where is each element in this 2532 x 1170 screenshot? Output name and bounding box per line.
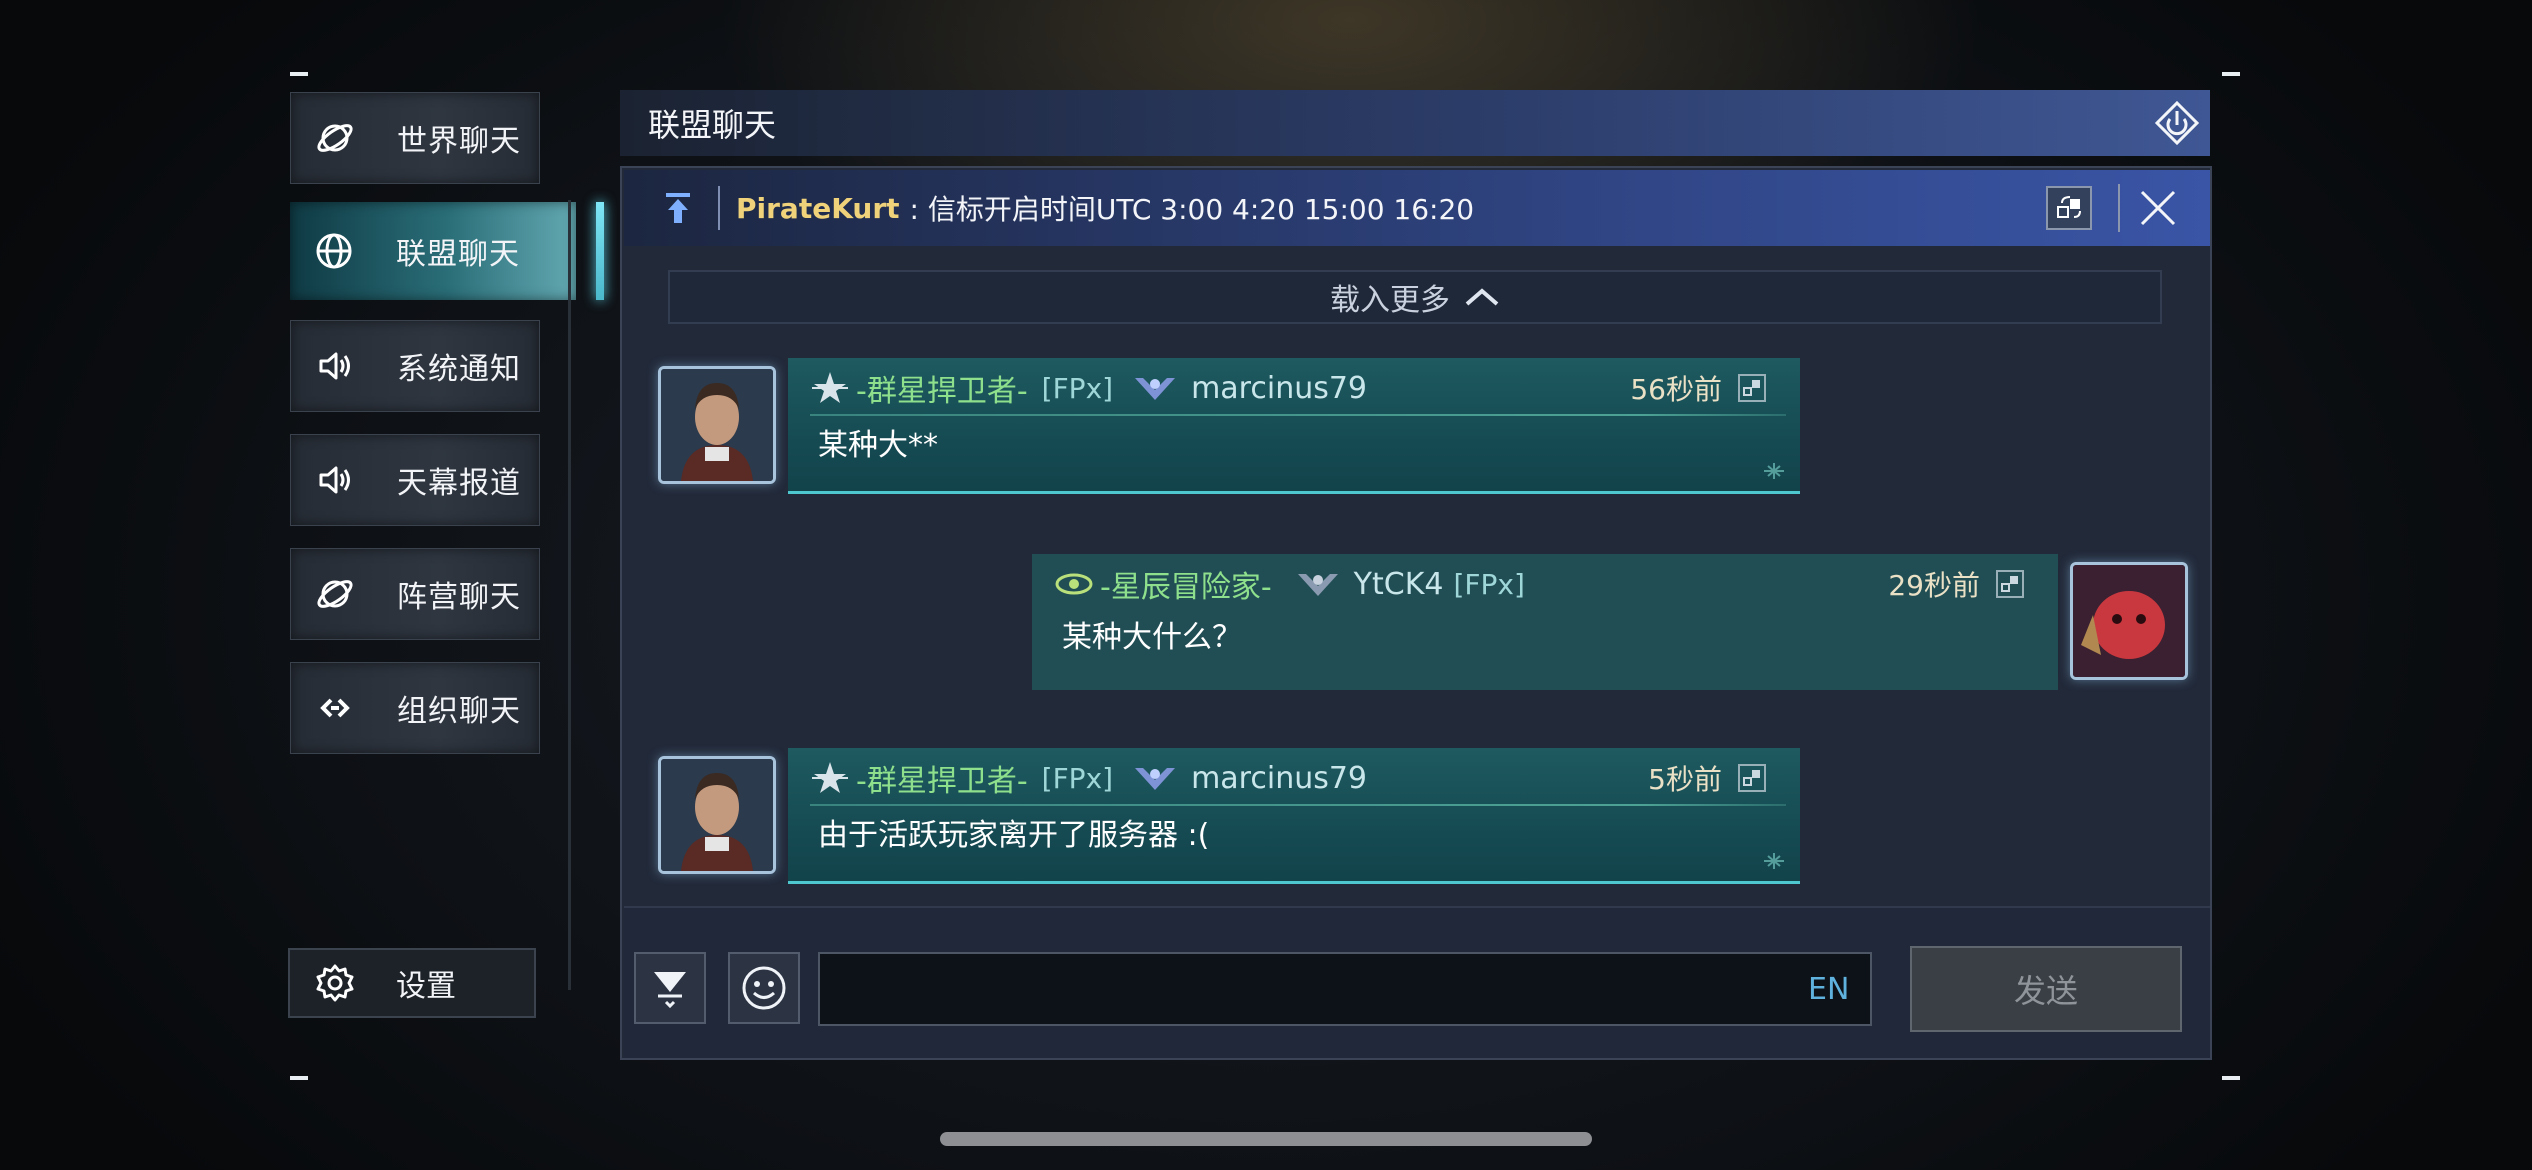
sidebar-item-alliance-chat[interactable]: 联盟聊天 (290, 202, 604, 300)
pinned-text: : 信标开启时间UTC 3:00 4:20 15:00 16:20 (909, 193, 1475, 226)
gear-icon (314, 962, 356, 1004)
rank-insignia-icon (812, 762, 848, 793)
collapse-button[interactable] (634, 952, 706, 1024)
alliance-tag: [FPx] (1041, 761, 1114, 795)
hud-corner-top-right (2222, 72, 2240, 76)
sender-name[interactable]: marcinus79 (1191, 371, 1367, 406)
rank-insignia-icon (1055, 573, 1093, 595)
hud-corner-bottom-right (2222, 1076, 2240, 1080)
sidebar-item-system-notice[interactable]: 系统通知 (290, 320, 540, 412)
rank-insignia-icon (812, 372, 848, 403)
chat-message[interactable]: -星辰冒险家- YtCK4 [FPx] 29秒前 某种大什么？ (1032, 554, 2058, 690)
page-title: 联盟聊天 (648, 106, 777, 144)
header-divider (810, 414, 1786, 416)
chat-message[interactable]: -群星捍卫者- [FPx] marcinus79 5秒前 由于活跃玩家离开了服务… (788, 748, 1800, 884)
header-divider (810, 804, 1786, 806)
speaker-icon (313, 458, 357, 502)
planet-icon (313, 116, 357, 160)
collapse-down-icon (654, 972, 686, 1009)
emoji-icon (742, 966, 786, 1010)
sidebar-item-label: 世界聊天 (397, 124, 521, 159)
pin-top-icon (658, 188, 698, 228)
ship-icon (1764, 853, 1784, 869)
globe-icon (312, 229, 356, 273)
sidebar-item-label: 联盟聊天 (396, 237, 520, 272)
pinned-author: PirateKurt (736, 191, 900, 225)
alliance-emblem-icon (1297, 574, 1338, 596)
sender-rank: -群星捍卫者- (856, 374, 1028, 409)
alliance-emblem-icon (1135, 378, 1176, 400)
chevron-up-icon (1465, 288, 1499, 306)
sidebar-item-label: 组织聊天 (397, 694, 521, 729)
message-header: -群星捍卫者- [FPx] marcinus79 5秒前 (810, 758, 1780, 799)
avatar[interactable] (658, 366, 776, 484)
close-button[interactable] (2136, 186, 2180, 230)
translate-icon[interactable] (1996, 570, 2024, 598)
translate-icon[interactable] (1738, 764, 1766, 792)
header-separator (2118, 184, 2120, 232)
message-time: 56秒前 (1630, 373, 1722, 406)
sidebar-item-label: 阵营聊天 (397, 580, 521, 615)
message-text: 某种大什么？ (1062, 620, 1242, 655)
translate-icon[interactable] (1738, 374, 1766, 402)
chat-message[interactable]: -群星捍卫者- [FPx] marcinus79 56秒前 某种大** (788, 358, 1800, 494)
alliance-emblem-icon (1135, 768, 1176, 790)
pinned-message-bar[interactable]: PirateKurt : 信标开启时间UTC 3:00 4:20 15:00 1… (624, 170, 2210, 246)
sender-name[interactable]: marcinus79 (1191, 761, 1367, 796)
message-text: 由于活跃玩家离开了服务器 :( (818, 818, 1210, 853)
emoji-button[interactable] (728, 952, 800, 1024)
sidebar-item-sky-report[interactable]: 天幕报道 (290, 434, 540, 526)
message-header: -群星捍卫者- [FPx] marcinus79 56秒前 (810, 368, 1780, 409)
language-toggle[interactable]: EN (1808, 972, 1849, 1007)
sidebar-item-world-chat[interactable]: 世界聊天 (290, 92, 540, 184)
message-header: -星辰冒险家- YtCK4 [FPx] 29秒前 (1054, 564, 2038, 605)
planet-icon (313, 572, 357, 616)
alliance-tag: [FPx] (1453, 567, 1525, 601)
ship-icon (1764, 463, 1784, 479)
send-button[interactable]: 发送 (1910, 946, 2182, 1032)
avatar[interactable] (658, 756, 776, 874)
hud-corner-top-left (290, 72, 308, 76)
power-button[interactable] (2150, 96, 2204, 150)
close-icon (2140, 190, 2176, 226)
link-icon (313, 686, 357, 730)
settings-label: 设置 (396, 969, 456, 1004)
sidebar-item-label: 系统通知 (397, 352, 521, 387)
load-more-button[interactable]: 载入更多 (668, 270, 2162, 324)
hud-corner-bottom-left (290, 1076, 308, 1080)
message-time: 5秒前 (1648, 763, 1722, 796)
swap-channel-button[interactable] (2046, 186, 2092, 230)
home-indicator[interactable] (940, 1132, 1592, 1146)
power-icon (2154, 100, 2200, 146)
speaker-icon (313, 344, 357, 388)
sidebar-item-org-chat[interactable]: 组织聊天 (290, 662, 540, 754)
pin-separator (718, 186, 720, 230)
load-more-label: 载入更多 (1330, 283, 1450, 318)
settings-button[interactable]: 设置 (288, 948, 536, 1018)
avatar[interactable] (2070, 562, 2188, 680)
message-time: 29秒前 (1888, 569, 1980, 602)
alliance-tag: [FPx] (1041, 371, 1114, 405)
chat-panel: PirateKurt : 信标开启时间UTC 3:00 4:20 15:00 1… (620, 166, 2212, 1060)
input-area: EN 发送 (624, 906, 2210, 1058)
message-text: 某种大** (818, 428, 938, 463)
sender-rank: -星辰冒险家- (1100, 570, 1272, 605)
panel-header: 联盟聊天 (620, 90, 2210, 156)
swap-icon (2057, 196, 2081, 218)
sender-rank: -群星捍卫者- (856, 764, 1028, 799)
chat-input[interactable] (818, 952, 1872, 1026)
sidebar-divider (568, 200, 571, 990)
sidebar-item-faction-chat[interactable]: 阵营聊天 (290, 548, 540, 640)
sidebar-item-label: 天幕报道 (397, 466, 521, 501)
sender-name[interactable]: YtCK4 (1354, 567, 1444, 602)
